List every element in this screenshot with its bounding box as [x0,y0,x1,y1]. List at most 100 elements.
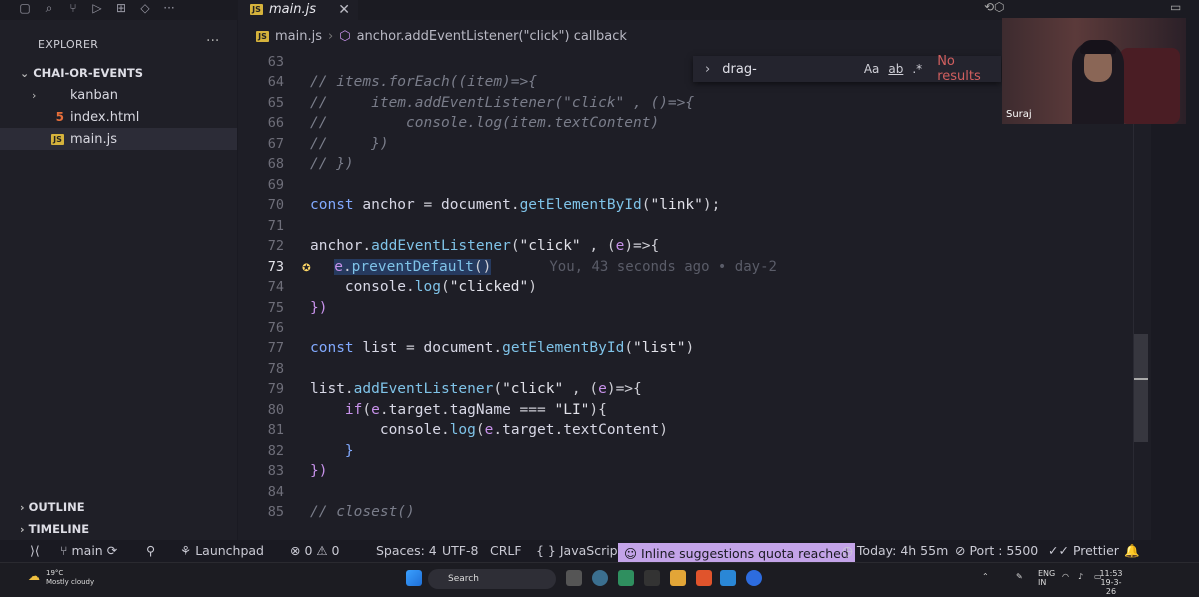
more-icon[interactable]: ··· [162,1,176,15]
chair-image [1120,48,1180,124]
layout-icon[interactable]: ⟲⬡ [984,0,1005,14]
chrome-icon[interactable] [592,570,608,586]
task-view-icon[interactable] [566,570,582,586]
app-icon[interactable] [644,570,660,586]
explorer-icon[interactable]: ▢ [18,1,32,15]
js-file-icon: JS [250,4,263,15]
extensions-icon[interactable]: ⊞ [114,1,128,15]
find-input[interactable]: drag- [722,62,864,77]
indentation-status[interactable]: Spaces: 4 [376,543,437,558]
clock[interactable]: 11:53 19-3-26 [1096,569,1126,596]
language-indicator[interactable]: ENG IN [1038,569,1055,587]
branch-status[interactable]: ⑂ main ⟳ [60,543,117,558]
activity-bar: ▢ ⌕ ⑂ ▷ ⊞ ◇ ··· [18,0,176,16]
run-debug-icon[interactable]: ▷ [90,1,104,15]
code-line: 70 const anchor = document.getElementById… [267,197,721,213]
code-line: 83}) [267,463,328,479]
live-server-status[interactable]: ⊘ Port : 5500 [955,543,1038,558]
remote-icon[interactable]: ⟩⟨ [30,543,40,558]
more-actions-icon[interactable]: ··· [206,33,219,49]
webcam-name: Suraj [1006,109,1032,120]
match-case-toggle[interactable]: Aa [864,62,880,76]
vertical-scrollbar[interactable] [1134,334,1148,442]
breadcrumb-symbol[interactable]: anchor.addEventListener("click") callbac… [357,29,627,44]
search-icon[interactable]: ⌕ [42,1,56,15]
start-icon[interactable] [406,570,422,586]
launchpad-icon: ⚘ [180,543,192,558]
code-line: 75}) [267,300,328,316]
language-mode[interactable]: { } JavaScript [536,543,623,558]
tree-item-main-js[interactable]: JS main.js [0,128,237,150]
windows-taskbar: ☁ 19°C Mostly cloudy Search ⌃ ✎ ENG IN ◠… [0,562,1199,597]
brave-icon[interactable] [696,570,712,586]
time-tracking-status[interactable]: ◷ Today: 4h 55m [842,543,948,558]
maximize-icon[interactable]: ▭ [1170,0,1181,14]
code-line: 79 list.addEventListener("click" , (e)=>{ [267,381,642,397]
code-line: 69 [267,177,284,193]
match-word-toggle[interactable]: ab [888,62,903,76]
notifications-icon[interactable]: 🔔 [1124,543,1140,559]
workspace-folder[interactable]: ⌄ CHAI-OR-EVENTS [20,66,143,80]
code-line: 73 ✪ e.preventDefault() You, 43 seconds ag… [267,259,777,275]
code-line: 81 console.log(e.target.textContent) [267,422,668,438]
copilot-icon: ☺ [624,546,638,561]
code-line: 84 [267,484,284,500]
find-result-count: No results [937,54,981,84]
timeline-section[interactable]: › TIMELINE [20,522,89,536]
lightbulb-icon: ✪ [302,259,311,275]
tree-item-label: index.html [70,109,140,125]
code-line: 78 [267,361,284,377]
html-file-icon: 5 [55,110,64,124]
eol-status[interactable]: CRLF [490,543,522,558]
chevron-right-icon[interactable]: › [693,62,722,77]
editor-tab-main-js[interactable]: JS main.js ✕ [238,0,358,20]
launchpad-status[interactable]: ⚘ Launchpad [180,543,264,558]
no-signal-icon: ⊘ [955,543,966,558]
file-explorer-icon[interactable] [670,570,686,586]
app-icon[interactable] [618,570,634,586]
tree-item-kanban[interactable]: › kanban [0,84,237,106]
wifi-icon[interactable]: ◠ [1062,572,1069,581]
tree-item-label: main.js [70,131,117,147]
clock-icon: ◷ [842,543,853,558]
encoding-status[interactable]: UTF-8 [442,543,478,558]
symbol-icon: ⬡ [339,29,351,44]
tray-icon[interactable]: ✎ [1016,572,1023,581]
code-line: 77 const list = document.getElementById("… [267,340,695,356]
weather-icon: ☁ [28,569,40,583]
outline-section[interactable]: › OUTLINE [20,500,85,514]
chevron-up-icon[interactable]: ⌃ [982,572,989,581]
code-line: 82 } [267,443,354,459]
remote-icon[interactable]: ◇ [138,1,152,15]
vscode-icon[interactable] [720,570,736,586]
chevron-right-icon: › [32,88,37,102]
code-line: 74 console.log("clicked") [267,279,538,295]
find-widget: › drag- Aa ab .* No results [693,54,1001,84]
title-bar [0,0,1199,20]
code-line: 67// }) [267,136,389,152]
tree-item-label: kanban [70,87,118,103]
volume-icon[interactable]: ♪ [1078,572,1083,581]
branch-icon: ⑂ [60,543,68,558]
code-line: 80 if(e.target.tagName === "LI"){ [267,402,607,418]
js-file-icon: JS [51,133,64,145]
taskbar-search[interactable]: Search [428,569,556,589]
code-line: 68// }) [267,156,354,172]
close-icon[interactable]: ✕ [338,2,350,18]
tree-item-index-html[interactable]: 5 index.html [0,106,237,128]
tab-label: main.js [269,2,316,17]
breadcrumb-file[interactable]: main.js [275,29,322,44]
explorer-title: EXPLORER [38,38,99,51]
webcam-overlay: Suraj [1002,18,1186,124]
prettier-status[interactable]: ✓✓ Prettier [1048,543,1119,558]
git-blame-annotation: You, 43 seconds ago • day-2 [549,259,777,275]
weather-widget[interactable]: 19°C Mostly cloudy [46,569,94,587]
status-bar: ⟩⟨ ⑂ main ⟳ ⚲ ⚘ Launchpad ⊗ 0 ⚠ 0 Spaces… [0,540,1199,565]
explorer-sidebar: EXPLORER ··· ⌄ CHAI-OR-EVENTS › kanban 5… [0,20,237,540]
source-control-icon[interactable]: ⚲ [146,543,155,558]
problems-status[interactable]: ⊗ 0 ⚠ 0 [290,543,340,558]
regex-toggle[interactable]: .* [912,62,922,76]
zoom-icon[interactable] [746,570,762,586]
source-control-icon[interactable]: ⑂ [66,1,80,15]
breadcrumb: JS main.js › ⬡ anchor.addEventListener("… [256,29,627,44]
